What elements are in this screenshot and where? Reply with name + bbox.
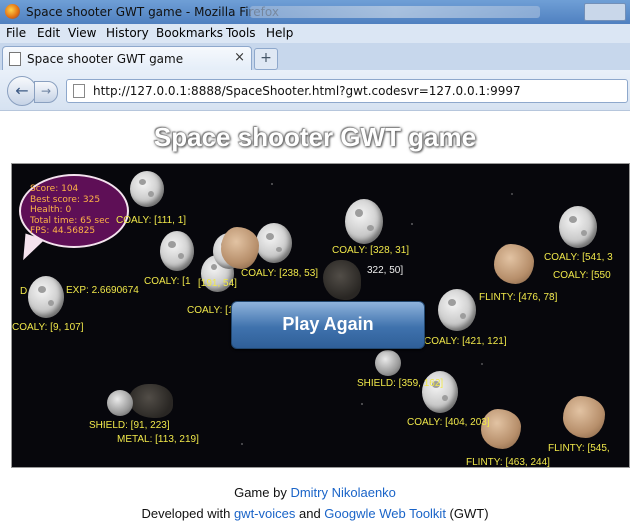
url-text: http://127.0.0.1:8888/SpaceShooter.html?…: [93, 84, 521, 98]
menu-bookmarks[interactable]: Bookmarks: [156, 26, 223, 40]
exp-label: EXP: 2.6690674: [66, 285, 139, 296]
asteroid: [28, 276, 64, 318]
tab-label: Space shooter GWT game: [27, 52, 184, 66]
object-label: D: [20, 286, 28, 297]
credits-line-1: Game by Dmitry Nikolaenko: [234, 485, 396, 500]
menu-view[interactable]: View: [68, 26, 96, 40]
object-label: SHIELD: [91, 223]: [89, 420, 170, 431]
asteroid: [345, 199, 383, 244]
object-label: FLINTY: [545,: [548, 443, 610, 454]
game-canvas[interactable]: Score: 104 Best score: 325 Health: 0 Tot…: [11, 163, 630, 468]
menu-edit[interactable]: Edit: [37, 26, 60, 40]
flinty-rock: [481, 409, 521, 449]
object-label: 322, 50]: [367, 265, 404, 276]
flinty-rock: [221, 227, 259, 269]
menu-history[interactable]: History: [106, 26, 149, 40]
forward-button[interactable]: →: [34, 81, 58, 103]
page-icon: [73, 84, 85, 98]
object-label: COALY: [1: [144, 276, 191, 287]
object-label: COALY: [111, 1]: [116, 215, 187, 226]
page-icon: [9, 52, 21, 66]
asteroid: [160, 231, 194, 271]
asteroid: [130, 171, 164, 207]
tab-bar: Space shooter GWT game ×: [0, 43, 630, 71]
object-label: COALY: [404, 203]: [407, 417, 490, 428]
object-label: FLINTY: [463, 244]: [466, 457, 550, 468]
credits-line-2: Developed with gwt-voices and Googwle We…: [141, 506, 489, 521]
firefox-logo-icon: [5, 4, 20, 19]
object-label: COALY: [328, 31]: [332, 245, 410, 256]
gwt-link[interactable]: Googwle Web Toolkit: [324, 506, 446, 521]
fps-text: FPS: 44.56825: [30, 226, 96, 236]
object-label: SHIELD: [359, 162]: [357, 378, 444, 389]
credits: Game by Dmitry Nikolaenko Developed with…: [0, 482, 630, 524]
asteroid: [438, 289, 476, 331]
tab-space-shooter[interactable]: Space shooter GWT game ×: [2, 46, 252, 71]
object-label: COALY: [9, 107]: [12, 322, 84, 333]
object-label: METAL: [113, 219]: [117, 434, 199, 445]
back-button[interactable]: ←: [7, 76, 37, 106]
window-controls[interactable]: [584, 3, 626, 21]
author-link[interactable]: Dmitry Nikolaenko: [290, 485, 395, 500]
total-time-text: Total time: 65 sec: [30, 215, 110, 226]
menu-file[interactable]: File: [6, 26, 26, 40]
hud-stats: Score: 104 Best score: 325 Health: 0 Tot…: [30, 184, 110, 237]
flinty-rock: [494, 244, 534, 284]
navigation-bar: ← → http://127.0.0.1:8888/SpaceShooter.h…: [0, 70, 630, 111]
object-label: COALY: [421, 121]: [424, 336, 507, 347]
window-titlebar: Space shooter GWT game - Mozilla Firefox: [0, 0, 630, 24]
new-tab-button[interactable]: +: [254, 48, 278, 70]
object-label: [191, 54]: [198, 278, 237, 289]
blurred-area: [250, 6, 540, 18]
shield-powerup: [375, 350, 401, 376]
gwt-voices-link[interactable]: gwt-voices: [234, 506, 295, 521]
play-again-button[interactable]: Play Again: [231, 301, 425, 349]
menu-bar: File Edit View History Bookmarks Tools H…: [0, 24, 630, 43]
asteroid: [559, 206, 597, 248]
asteroid: [256, 223, 292, 263]
best-score-text: Best score: 325: [30, 194, 101, 205]
address-bar[interactable]: http://127.0.0.1:8888/SpaceShooter.html?…: [66, 79, 628, 103]
tab-close-icon[interactable]: ×: [234, 50, 245, 65]
page-title: Space shooter GWT game: [153, 122, 477, 152]
object-label: FLINTY: [476, 78]: [479, 292, 558, 303]
flinty-rock: [563, 396, 605, 438]
window-title: Space shooter GWT game - Mozilla Firefox: [26, 5, 279, 19]
health-text: Health: 0: [30, 205, 72, 215]
shield-powerup: [107, 390, 133, 416]
object-label: COALY: [550: [553, 270, 611, 281]
object-label: COALY: [1: [187, 305, 234, 316]
metal-rock: [323, 260, 361, 300]
menu-tools[interactable]: Tools: [226, 26, 256, 40]
object-label: COALY: [541, 3: [544, 252, 613, 263]
metal-rock: [129, 384, 173, 418]
score-text: Score: 104: [30, 184, 79, 194]
object-label: COALY: [238, 53]: [241, 268, 319, 279]
menu-help[interactable]: Help: [266, 26, 293, 40]
